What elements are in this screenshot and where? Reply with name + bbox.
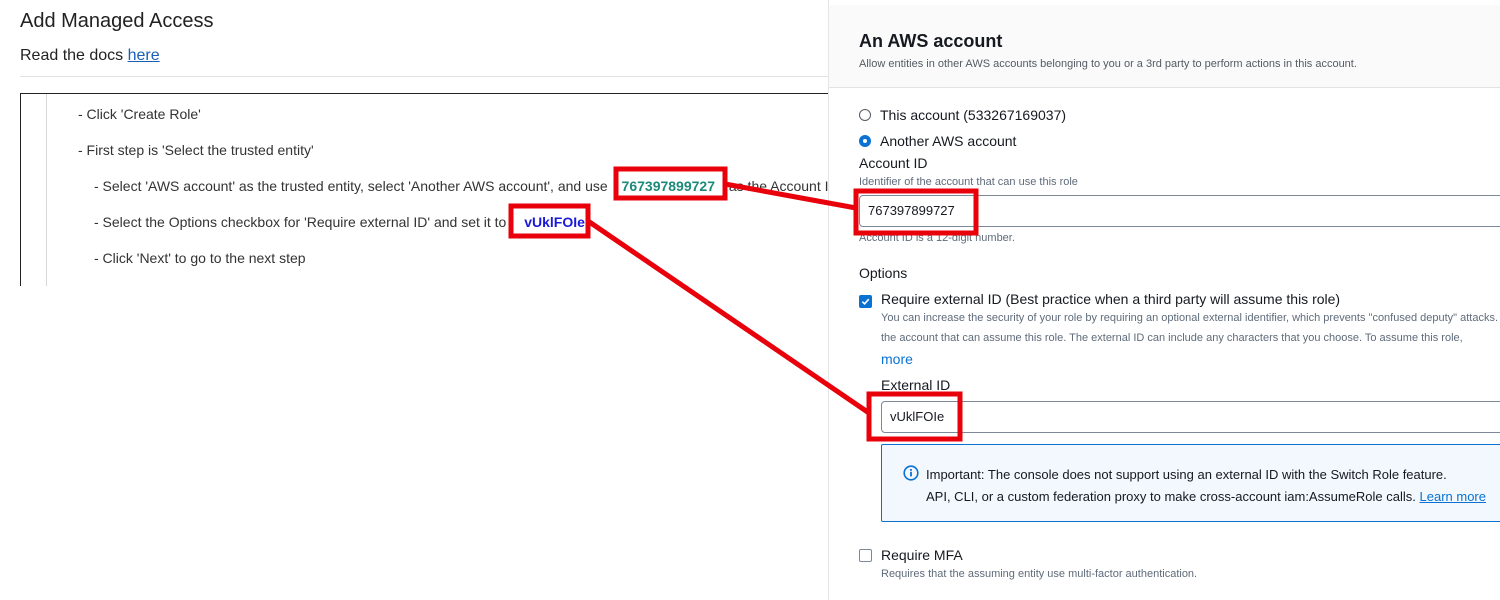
- more-link[interactable]: more: [881, 351, 913, 367]
- important-line-2-text: API, CLI, or a custom federation proxy t…: [926, 489, 1416, 504]
- steps-box: - Click 'Create Role' - First step is 'S…: [20, 93, 850, 286]
- require-mfa-label: Require MFA: [881, 547, 963, 563]
- radio-another-account[interactable]: Another AWS account: [859, 133, 1016, 149]
- docs-prefix: Read the docs: [20, 47, 128, 64]
- learn-more-link[interactable]: Learn more: [1420, 489, 1486, 504]
- step-external-id-text: - Select the Options checkbox for 'Requi…: [94, 214, 507, 230]
- docs-link[interactable]: here: [128, 47, 160, 64]
- radio-this-account[interactable]: This account (533267169037): [859, 107, 1066, 123]
- step-aws-account-text: - Select 'AWS account' as the trusted en…: [94, 178, 608, 194]
- important-notice: Important: The console does not support …: [881, 444, 1500, 522]
- account-id-label: Account ID: [859, 155, 928, 171]
- steps-gutter: [46, 94, 47, 286]
- panel-description: Allow entities in other AWS accounts bel…: [859, 58, 1357, 70]
- important-line-1: Important: The console does not support …: [926, 467, 1447, 482]
- page-title: Add Managed Access: [20, 10, 214, 32]
- panel-title: An AWS account: [859, 31, 1003, 51]
- require-external-id-label: Require external ID (Best practice when …: [881, 291, 1341, 307]
- radio-this-account-label: This account (533267169037): [880, 107, 1067, 123]
- external-id-desc-2: the account that can assume this role. T…: [881, 332, 1463, 344]
- external-id-desc-1: You can increase the security of your ro…: [881, 312, 1499, 324]
- account-id-highlight: 767397899727: [621, 178, 715, 194]
- check-icon: [861, 298, 870, 306]
- instructions-panel: Add Managed Access Read the docs here - …: [0, 0, 850, 600]
- account-id-constraint: Account ID is a 12-digit number.: [859, 232, 1015, 244]
- panel-header: An AWS account Allow entities in other A…: [829, 5, 1500, 88]
- info-icon: [903, 465, 919, 481]
- radio-this-account-button[interactable]: [859, 109, 871, 121]
- docs-line: Read the docs here: [20, 47, 160, 65]
- step-external-id: - Select the Options checkbox for 'Requi…: [94, 214, 585, 230]
- require-mfa-check[interactable]: [859, 549, 872, 562]
- require-mfa-hint: Requires that the assuming entity use mu…: [881, 568, 1198, 580]
- radio-another-account-label: Another AWS account: [880, 133, 1017, 149]
- external-id-highlight: vUklFOIe: [524, 214, 585, 230]
- account-id-input[interactable]: 767397899727: [859, 195, 1500, 227]
- important-line-2: API, CLI, or a custom federation proxy t…: [926, 486, 1486, 508]
- step-click-next: - Click 'Next' to go to the next step: [94, 250, 306, 266]
- step-aws-account-suffix: as the Account ID: [728, 178, 839, 194]
- options-label: Options: [859, 265, 908, 281]
- important-text: Important: The console does not support …: [926, 464, 1486, 508]
- external-id-label: External ID: [881, 377, 951, 393]
- require-mfa-checkbox[interactable]: [859, 549, 872, 567]
- radio-another-account-button[interactable]: [859, 135, 871, 147]
- aws-account-panel: An AWS account Allow entities in other A…: [828, 0, 1500, 600]
- divider: [20, 76, 830, 77]
- step-create-role: - Click 'Create Role': [78, 106, 201, 122]
- step-select-trusted-entity: - First step is 'Select the trusted enti…: [78, 142, 314, 158]
- require-external-id-checkbox[interactable]: [859, 293, 872, 311]
- account-id-hint: Identifier of the account that can use t…: [859, 176, 1078, 188]
- step-aws-account: - Select 'AWS account' as the trusted en…: [94, 178, 839, 194]
- require-external-id-check[interactable]: [859, 295, 872, 308]
- external-id-input[interactable]: vUklFOIe: [881, 401, 1500, 433]
